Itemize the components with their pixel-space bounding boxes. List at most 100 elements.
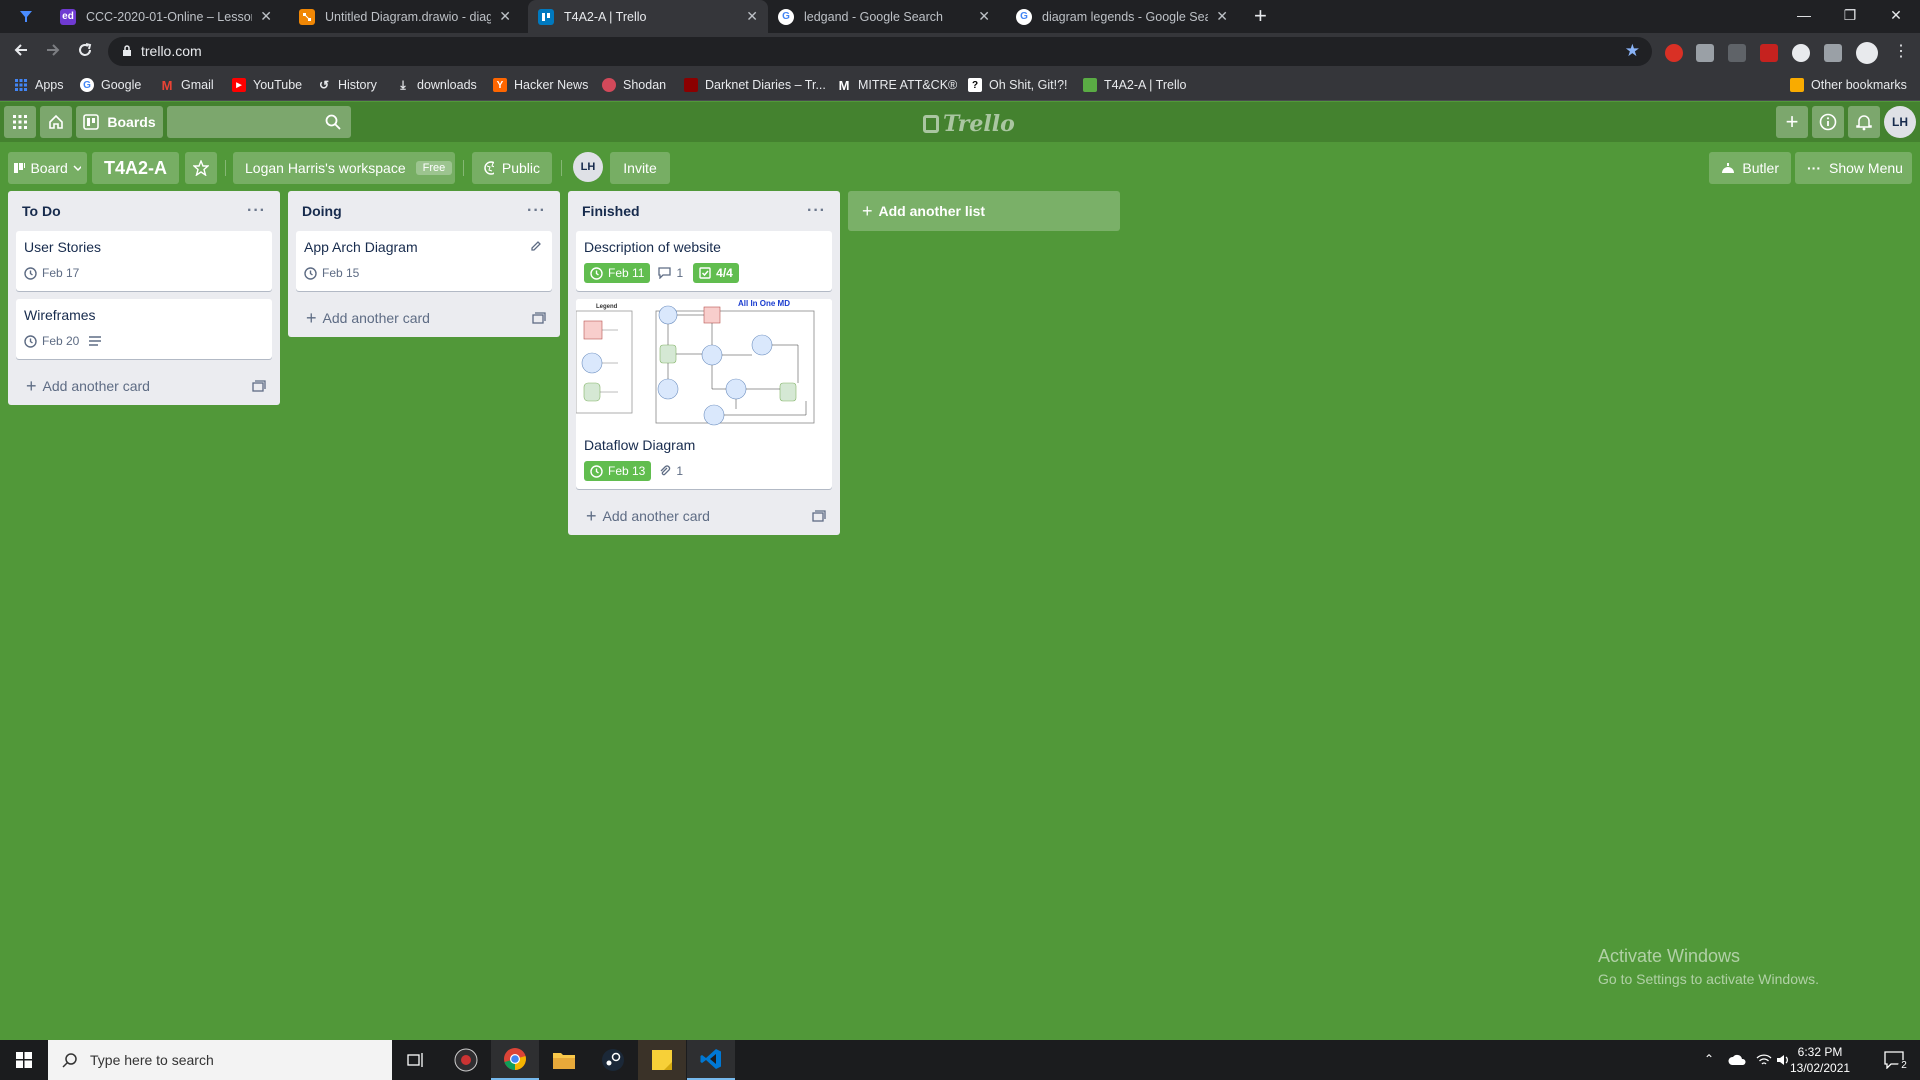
list-menu-icon[interactable]: ···: [807, 202, 826, 220]
taskbar-search-input[interactable]: Type here to search: [48, 1040, 392, 1080]
template-icon[interactable]: [252, 380, 266, 392]
start-button[interactable]: [0, 1040, 48, 1080]
new-tab-button[interactable]: +: [1254, 5, 1267, 27]
header-search-input[interactable]: [167, 106, 351, 138]
close-tab-icon[interactable]: ✕: [1216, 8, 1228, 25]
app-switcher-button[interactable]: [4, 106, 36, 138]
bookmark-darknet-diaries[interactable]: Darknet Diaries – Tr...: [684, 78, 826, 92]
tab-ccc-lessons[interactable]: ed CCC-2020-01-Online – Lessons ✕: [50, 0, 282, 33]
browser-menu-icon[interactable]: [18, 8, 34, 24]
list-menu-icon[interactable]: ···: [527, 202, 546, 220]
taskbar-app-sticky-notes[interactable]: [638, 1040, 686, 1080]
extension-icon[interactable]: [1792, 44, 1810, 62]
taskbar-clock[interactable]: 6:32 PM 13/02/2021: [1790, 1044, 1850, 1076]
bookmark-gmail[interactable]: M Gmail: [160, 78, 214, 93]
bookmark-shodan[interactable]: Shodan: [602, 78, 666, 92]
close-window-button[interactable]: ✕: [1874, 0, 1918, 30]
information-button[interactable]: [1812, 106, 1844, 138]
taskbar-app-steam[interactable]: [589, 1040, 637, 1080]
back-button[interactable]: [10, 41, 32, 63]
taskbar-app-vscode[interactable]: [687, 1040, 735, 1080]
close-tab-icon[interactable]: ✕: [746, 8, 758, 25]
taskbar-app-obs[interactable]: [442, 1040, 490, 1080]
tab-drawio[interactable]: Untitled Diagram.drawio - diagra ✕: [289, 0, 521, 33]
add-card-button[interactable]: + Add another card: [288, 299, 560, 337]
bookmark-oh-shit-git[interactable]: ? Oh Shit, Git!?!: [968, 78, 1068, 92]
card-wireframes[interactable]: Wireframes Feb 20: [16, 299, 272, 359]
board-member-avatar[interactable]: LH: [573, 152, 603, 182]
butler-button[interactable]: Butler: [1709, 152, 1791, 184]
home-button[interactable]: [40, 106, 72, 138]
due-date-badge[interactable]: Feb 20: [24, 334, 79, 348]
star-board-button[interactable]: [185, 152, 217, 184]
card-user-stories[interactable]: User Stories Feb 17: [16, 231, 272, 291]
bookmark-history[interactable]: ↺ History: [317, 78, 377, 92]
profile-avatar-icon[interactable]: [1856, 42, 1878, 64]
address-bar[interactable]: trello.com ★: [108, 37, 1652, 66]
add-list-button[interactable]: + Add another list: [848, 191, 1120, 231]
close-tab-icon[interactable]: ✕: [978, 8, 990, 25]
close-tab-icon[interactable]: ✕: [499, 8, 511, 25]
member-avatar[interactable]: LH: [1884, 106, 1916, 138]
extension-icon[interactable]: [1728, 44, 1746, 62]
board-title[interactable]: T4A2-A: [92, 152, 179, 184]
restore-button[interactable]: ❐: [1828, 0, 1872, 30]
list-title[interactable]: To Do: [22, 203, 61, 219]
puzzle-extensions-icon[interactable]: [1824, 44, 1842, 62]
taskbar-app-file-explorer[interactable]: [540, 1040, 588, 1080]
tab-google-diagram-legends[interactable]: G diagram legends - Google Search ✕: [1006, 0, 1238, 33]
taskbar-app-chrome[interactable]: [491, 1040, 539, 1080]
tab-google-ledgand[interactable]: G ledgand - Google Search ✕: [768, 0, 1000, 33]
notifications-button[interactable]: [1848, 106, 1880, 138]
extension-icon[interactable]: [1665, 44, 1683, 62]
template-icon[interactable]: [812, 510, 826, 522]
due-date-complete-badge[interactable]: Feb 13: [584, 461, 652, 481]
onedrive-cloud-icon[interactable]: [1728, 1054, 1746, 1066]
bookmark-hacker-news[interactable]: Y Hacker News: [493, 78, 588, 92]
template-icon[interactable]: [532, 312, 546, 324]
tab-trello[interactable]: T4A2-A | Trello ✕: [528, 0, 768, 33]
add-card-button[interactable]: + Add another card: [8, 367, 280, 405]
close-tab-icon[interactable]: ✕: [260, 8, 272, 25]
reload-button[interactable]: [74, 41, 96, 63]
due-date-badge[interactable]: Feb 17: [24, 266, 79, 280]
show-menu-button[interactable]: ··· Show Menu: [1795, 152, 1912, 184]
bookmark-star-icon[interactable]: ★: [1625, 41, 1640, 61]
bookmark-apps[interactable]: Apps: [14, 78, 64, 92]
card-app-arch-diagram[interactable]: App Arch Diagram Feb 15: [296, 231, 552, 291]
add-card-button[interactable]: + Add another card: [568, 497, 840, 535]
workspace-button[interactable]: Logan Harris's workspace Free: [233, 152, 455, 184]
bookmark-youtube[interactable]: ▶ YouTube: [232, 78, 302, 92]
visibility-button[interactable]: Public: [472, 152, 552, 184]
other-bookmarks[interactable]: Other bookmarks: [1790, 78, 1907, 92]
create-button[interactable]: +: [1776, 106, 1808, 138]
list-title[interactable]: Doing: [302, 203, 342, 219]
extension-icon[interactable]: [1760, 44, 1778, 62]
bookmark-google[interactable]: G Google: [80, 78, 141, 92]
forward-button[interactable]: [42, 41, 64, 63]
shodan-icon: [602, 78, 616, 92]
show-hidden-icons-icon[interactable]: ⌃: [1704, 1052, 1714, 1066]
bookmark-mitre[interactable]: M MITRE ATT&CK®: [837, 78, 958, 93]
list-title[interactable]: Finished: [582, 203, 640, 219]
card-description-of-website[interactable]: Description of website Feb 11 1 4/4: [576, 231, 832, 291]
list-menu-icon[interactable]: ···: [247, 202, 266, 220]
edit-pencil-icon[interactable]: [530, 240, 542, 252]
invite-button[interactable]: Invite: [610, 152, 670, 184]
boards-button[interactable]: Boards: [76, 106, 163, 138]
oh-shit-git-icon: ?: [968, 78, 982, 92]
extension-icon[interactable]: [1696, 44, 1714, 62]
minimize-button[interactable]: —: [1782, 0, 1826, 30]
task-view-button[interactable]: [392, 1040, 440, 1080]
download-icon: ⤓: [400, 77, 406, 92]
due-date-complete-badge[interactable]: Feb 11: [584, 263, 651, 283]
bookmark-t4a2a-trello[interactable]: T4A2-A | Trello: [1083, 78, 1186, 92]
due-date-badge[interactable]: Feb 15: [304, 266, 359, 280]
board-view-switcher[interactable]: Board: [8, 152, 87, 184]
action-center-button[interactable]: 2: [1872, 1040, 1920, 1080]
wifi-icon[interactable]: [1756, 1053, 1772, 1067]
trello-logo[interactable]: Trello: [923, 111, 1015, 137]
chrome-menu-icon[interactable]: ⋮: [1893, 41, 1909, 61]
card-dataflow-diagram[interactable]: Legend All In One MD Dataflow Diagram Fe…: [576, 299, 832, 489]
bookmark-downloads[interactable]: ⤓ downloads: [396, 77, 476, 93]
